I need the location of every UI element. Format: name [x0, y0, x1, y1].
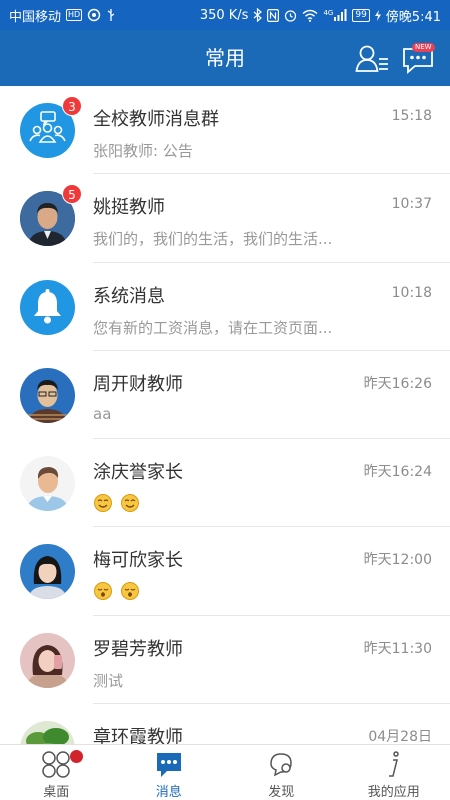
battery-level: 99 — [352, 8, 370, 22]
person-photo — [20, 632, 75, 688]
unread-badge: 3 — [62, 96, 82, 116]
conversation-preview: 张阳教师: 公告 — [93, 142, 193, 160]
person-photo — [20, 367, 75, 423]
discover-icon — [270, 753, 293, 777]
charging-icon — [374, 9, 381, 21]
my-apps-icon — [388, 751, 399, 777]
conversation-name: 章环霞教师 — [93, 727, 183, 744]
unread-badge: 5 — [62, 184, 82, 205]
conversation-preview: 我们的，我们的生活，我们的生活... — [93, 230, 333, 249]
wifi-icon — [302, 9, 318, 22]
conversation-item[interactable]: 周开财教师 昨天16:26 aa — [0, 351, 450, 440]
signal-icon — [334, 9, 347, 21]
conversation-time: 10:37 — [391, 196, 432, 213]
conversation-time: 10:18 — [391, 284, 432, 301]
emoji-icon — [94, 582, 112, 601]
plant-photo — [20, 721, 75, 744]
conversation-item[interactable]: 5 姚挺教师 10:37 我们的，我们的生活，我们的生活... — [0, 174, 450, 263]
usb-icon — [107, 9, 115, 21]
bluetooth-icon — [254, 8, 263, 22]
conversation-item[interactable]: 涂庆誉家长 昨天16:24 — [0, 439, 450, 528]
person-photo — [20, 544, 75, 600]
conversation-name: 罗碧芳教师 — [93, 638, 183, 660]
conversation-name: 系统消息 — [93, 285, 165, 307]
hotspot-icon — [88, 8, 101, 22]
conversation-preview: 测试 — [93, 671, 124, 690]
desktop-icon — [42, 751, 70, 778]
conversation-preview: aa — [93, 404, 112, 423]
avatar — [20, 456, 75, 512]
conversation-item[interactable]: 梅可欣家长 昨天12:00 — [0, 527, 450, 617]
carrier-label: 中国移动 — [9, 9, 62, 25]
conversation-name: 梅可欣家长 — [93, 550, 183, 572]
message-icon — [156, 753, 181, 777]
default-avatar — [20, 456, 75, 512]
conversation-list[interactable]: 3 全校教师消息群 15:18 张阳教师: 公告 5 姚挺教师 10:37 我们… — [0, 86, 450, 744]
alarm-icon — [285, 9, 297, 22]
emoji-icon — [121, 494, 140, 513]
avatar — [20, 544, 75, 600]
tab-discover[interactable]: 发现 — [225, 745, 338, 800]
conversation-item[interactable]: 3 全校教师消息群 15:18 张阳教师: 公告 — [0, 86, 450, 175]
system-avatar — [20, 279, 75, 335]
bell-icon — [34, 288, 61, 324]
conversation-name: 姚挺教师 — [93, 197, 165, 219]
bottom-tab-bar: 桌面 消息 发现 我的应用 — [0, 744, 450, 800]
tab-my-apps[interactable]: 我的应用 — [338, 745, 450, 800]
avatar — [20, 367, 75, 423]
tab-label: 桌面 — [43, 785, 70, 800]
title-bar: 常用 NEW — [0, 30, 450, 86]
conversation-time: 04月28日 — [368, 729, 432, 744]
conversation-name: 涂庆誉家长 — [93, 462, 183, 484]
conversation-time: 昨天16:24 — [363, 464, 432, 481]
conversation-preview-emoji — [93, 581, 378, 606]
conversation-preview-emoji — [93, 493, 378, 518]
tab-label: 我的应用 — [367, 785, 420, 800]
conversation-item[interactable]: 系统消息 10:18 您有新的工资消息，请在工资页面... — [0, 263, 450, 352]
conversation-time: 昨天16:26 — [363, 375, 432, 392]
clock: 傍晚5:41 — [385, 9, 441, 25]
conversation-time: 15:18 — [391, 108, 432, 124]
conversation-name: 全校教师消息群 — [93, 109, 219, 130]
conversation-time: 昨天11:30 — [363, 640, 432, 657]
status-bar: 中国移动 HD 350 K/s 4G 99 傍晚5:41 — [0, 0, 450, 30]
nfc-icon — [267, 8, 280, 22]
avatar — [20, 632, 75, 688]
conversation-name: 周开财教师 — [93, 373, 183, 395]
tab-messages[interactable]: 消息 — [113, 745, 226, 800]
emoji-icon — [121, 582, 140, 601]
avatar — [20, 721, 75, 744]
tab-label: 发现 — [268, 785, 295, 800]
conversation-item[interactable]: 罗碧芳教师 昨天11:30 测试 — [0, 616, 450, 705]
new-badge: NEW — [412, 43, 435, 52]
network-speed: 350 K/s — [199, 7, 249, 23]
notification-dot — [70, 750, 83, 763]
contacts-icon[interactable] — [355, 43, 389, 75]
tab-desktop[interactable]: 桌面 — [0, 745, 113, 800]
conversation-preview: 您有新的工资消息，请在工资页面... — [93, 318, 333, 337]
network-type: 4G — [323, 8, 334, 17]
conversation-item[interactable]: 章环霞教师 04月28日 — [0, 704, 450, 744]
hd-badge: HD — [66, 9, 83, 21]
emoji-icon — [94, 494, 112, 513]
tab-label: 消息 — [155, 785, 182, 800]
conversation-time: 昨天12:00 — [363, 552, 432, 569]
